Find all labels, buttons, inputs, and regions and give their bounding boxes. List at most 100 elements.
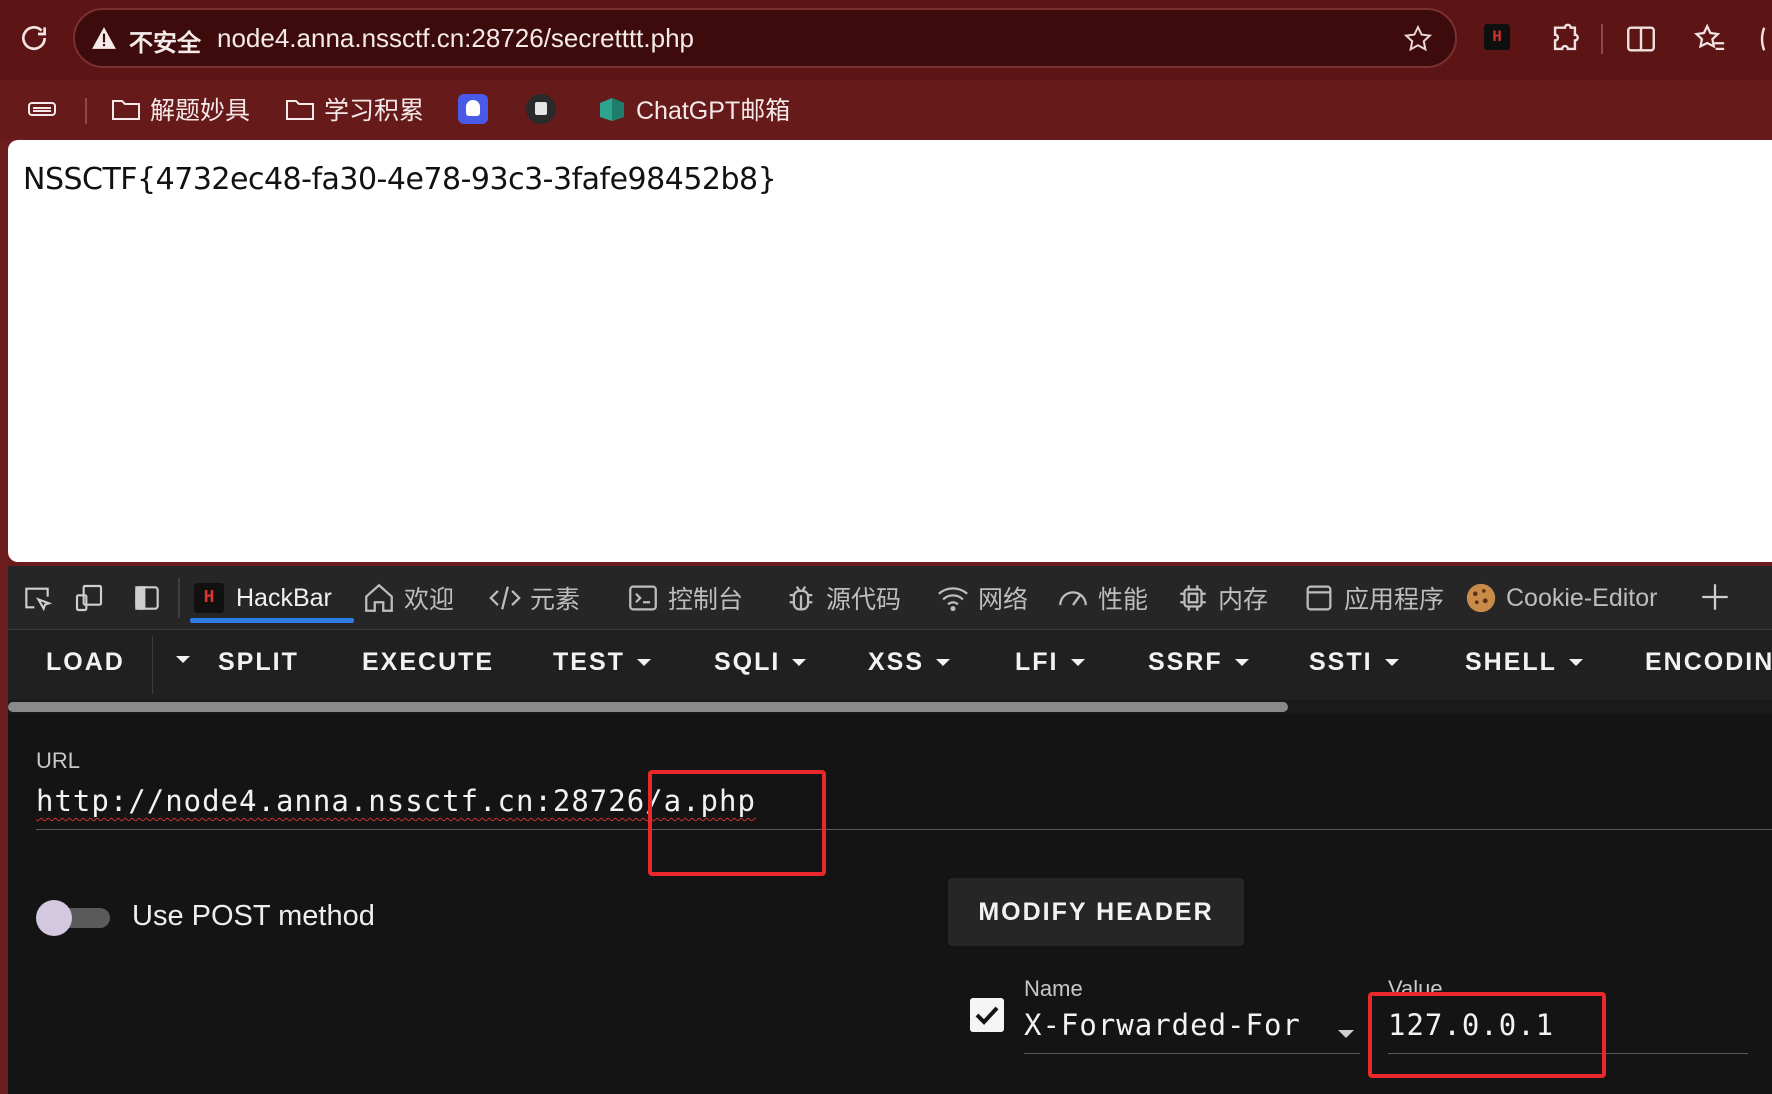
chip-icon (1180, 585, 1206, 611)
inspect-element-icon[interactable] (20, 582, 54, 614)
bookmark-label: 解题妙具 (150, 97, 251, 125)
tab-label: 欢迎 (404, 586, 455, 614)
devtools-panel: H HackBar 欢迎 元素 控制台 源代码 网络 性能 内存 应用程序 Co… (8, 566, 1772, 1094)
tab-label: 内存 (1218, 586, 1269, 614)
chevron-down-icon (792, 659, 807, 666)
device-emulation-icon[interactable] (72, 582, 106, 614)
tab-label: HackBar (236, 583, 332, 612)
dock-side-icon[interactable] (130, 582, 164, 614)
warning-icon[interactable] (91, 26, 117, 50)
tab-cookie-editor[interactable]: Cookie-Editor (1464, 566, 1657, 630)
tab-label: 应用程序 (1344, 586, 1445, 614)
url-label: URL (36, 748, 81, 773)
test-menu-button[interactable]: TEST (553, 648, 651, 677)
devtools-divider (178, 578, 180, 618)
execute-button[interactable]: EXECUTE (362, 648, 494, 677)
toolbar-divider (1601, 24, 1603, 54)
chatgpt-mail-icon (600, 98, 624, 121)
tab-network[interactable]: 网络 (936, 566, 1028, 630)
folder-icon (286, 100, 314, 120)
menu-label: TEST (553, 648, 625, 676)
load-button[interactable]: LOAD (46, 648, 125, 677)
hackbar-menu: LOAD SPLIT EXECUTE TEST SQLI XSS LFI SSR… (8, 630, 1772, 700)
address-bar[interactable]: 不安全 node4.anna.nssctf.cn:28726/secretttt… (73, 8, 1457, 68)
menu-label: SQLI (714, 648, 781, 676)
header-name-label: Name (1024, 976, 1083, 1001)
tab-label: 控制台 (668, 586, 744, 614)
post-method-label: Use POST method (132, 900, 375, 932)
address-url[interactable]: node4.anna.nssctf.cn:28726/secretttt.php (217, 23, 694, 54)
menu-label: SHELL (1465, 648, 1557, 676)
tab-performance[interactable]: 性能 (1056, 566, 1148, 630)
devtools-tab-bar: H HackBar 欢迎 元素 控制台 源代码 网络 性能 内存 应用程序 Co… (8, 566, 1772, 630)
hackbar-icon: H (194, 583, 224, 613)
encoding-menu-button[interactable]: ENCODIN (1645, 648, 1772, 677)
folder-icon (112, 100, 140, 120)
copilot-icon[interactable] (1757, 22, 1772, 56)
menu-label: XSS (868, 648, 925, 676)
reload-icon[interactable] (18, 22, 50, 54)
robot-site-icon (526, 94, 556, 124)
bookmark-folder-tools[interactable]: 解题妙具 (110, 90, 250, 128)
tab-application[interactable]: 应用程序 (1302, 566, 1444, 630)
collections-icon (28, 102, 56, 116)
ssti-menu-button[interactable]: SSTI (1309, 648, 1399, 677)
bookmark-chatgpt-mail[interactable]: ChatGPT邮箱 (596, 90, 790, 128)
tab-elements[interactable]: 元素 (488, 566, 580, 630)
tab-label: 源代码 (826, 586, 902, 614)
ssrf-menu-button[interactable]: SSRF (1148, 648, 1249, 677)
menu-divider (152, 636, 153, 694)
chevron-down-icon (176, 656, 190, 663)
favorites-icon[interactable] (1693, 22, 1727, 56)
gauge-icon (1059, 591, 1087, 606)
chevron-down-icon (1234, 659, 1249, 666)
bookmark-site-2[interactable] (526, 90, 556, 128)
bookmarks-bar: 解题妙具 学习积累 ChatGPT邮箱 (0, 80, 1772, 138)
chevron-down-icon (636, 659, 651, 666)
modify-header-button[interactable]: MODIFY HEADER (948, 878, 1244, 946)
lfi-menu-button[interactable]: LFI (1015, 648, 1085, 677)
url-path-highlight (648, 770, 826, 876)
browser-toolbar: 不安全 node4.anna.nssctf.cn:28726/secretttt… (0, 0, 1772, 80)
tab-label: Cookie-Editor (1506, 583, 1658, 612)
split-screen-icon[interactable] (1624, 22, 1658, 56)
chevron-down-icon[interactable] (1338, 1030, 1354, 1038)
home-icon (365, 583, 393, 612)
menu-scrollbar[interactable] (8, 700, 1772, 714)
add-tab-icon[interactable] (1698, 580, 1732, 614)
sqli-menu-button[interactable]: SQLI (714, 648, 807, 677)
collections-button[interactable] (26, 90, 66, 128)
post-method-toggle[interactable] (36, 900, 110, 936)
load-dropdown-button[interactable] (164, 656, 190, 663)
bookmarks-divider (85, 98, 87, 124)
bookmark-label: 学习积累 (324, 97, 425, 125)
url-input[interactable]: http://node4.anna.nssctf.cn:28726/a.php (36, 784, 1772, 830)
header-name-input[interactable]: X-Forwarded-For (1024, 1008, 1360, 1054)
tab-label: 网络 (978, 586, 1029, 614)
xss-menu-button[interactable]: XSS (868, 648, 951, 677)
chevron-down-icon (1568, 659, 1583, 666)
toggle-knob (36, 900, 72, 936)
chevron-down-icon (936, 659, 951, 666)
tab-label: 元素 (530, 586, 581, 614)
tab-sources[interactable]: 源代码 (784, 566, 901, 630)
tab-welcome[interactable]: 欢迎 (362, 566, 454, 630)
chevron-down-icon (1070, 659, 1085, 666)
menu-label: SSRF (1148, 648, 1223, 676)
extensions-puzzle-icon[interactable] (1548, 22, 1582, 56)
bookmark-site-1[interactable] (458, 90, 488, 128)
favorite-star-icon[interactable] (1403, 24, 1433, 54)
scrollbar-thumb[interactable] (8, 702, 1288, 712)
shell-menu-button[interactable]: SHELL (1465, 648, 1583, 677)
tab-console[interactable]: 控制台 (626, 566, 743, 630)
header-enabled-checkbox[interactable] (970, 998, 1004, 1032)
chevron-down-icon (1384, 659, 1399, 666)
split-button[interactable]: SPLIT (218, 648, 299, 677)
bookmark-folder-learning[interactable]: 学习积累 (284, 90, 424, 128)
insecure-label[interactable]: 不安全 (129, 23, 201, 58)
wifi-icon (938, 587, 968, 612)
tab-memory[interactable]: 内存 (1176, 566, 1268, 630)
hackbar-extension-icon[interactable]: H (1484, 24, 1510, 50)
ghost-site-icon (458, 94, 488, 124)
url-base: http://node4.anna.nssctf.cn:28726 (36, 784, 646, 818)
